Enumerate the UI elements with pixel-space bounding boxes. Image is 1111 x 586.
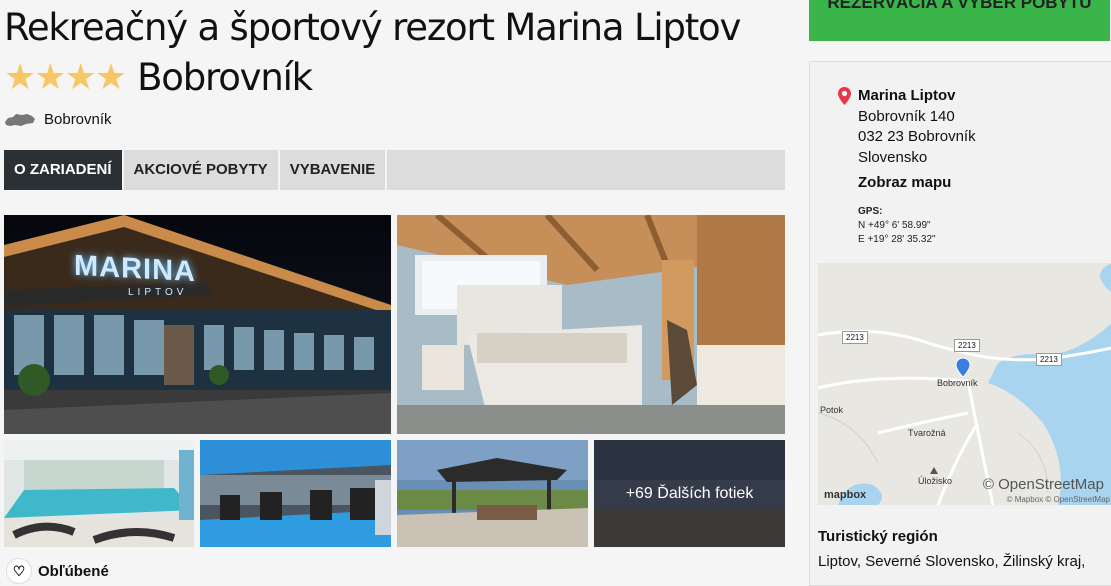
road-label-2213-a: 2213	[842, 331, 868, 344]
gps-label: GPS:	[858, 206, 883, 217]
osm-attribution[interactable]: © OpenStreetMap	[983, 476, 1104, 493]
mapbox-logo[interactable]: mapbox	[824, 489, 866, 501]
tab-o-zariadeni[interactable]: O ZARIADENÍ	[4, 150, 124, 190]
heart-icon: ♡	[6, 558, 32, 584]
address-block: Marina Liptov Bobrovník 140 032 23 Bobro…	[858, 86, 976, 168]
more-photos-tile[interactable]: +69 Ďalších fotiek	[594, 440, 785, 547]
address-country: Slovensko	[858, 148, 928, 166]
contact-card: Marina Liptov Bobrovník 140 032 23 Bobro…	[809, 61, 1111, 586]
photo-terrace[interactable]	[397, 440, 588, 547]
road-label-2213-c: 2213	[1036, 353, 1062, 366]
location-row: Bobrovník	[4, 111, 112, 128]
address-name: Marina Liptov	[858, 87, 956, 104]
photo-bedroom[interactable]	[397, 215, 785, 434]
page-title: Rekreačný a športový rezort Marina Lipto…	[4, 6, 741, 49]
photo-pool[interactable]	[4, 440, 194, 547]
star-rating: ★★★★	[4, 56, 127, 98]
road-label-2213-b: 2213	[954, 339, 980, 352]
location-pin-icon	[838, 87, 851, 105]
more-photos-label: +69 Ďalších fotiek	[625, 484, 754, 502]
tab-akciove-pobyty[interactable]: AKCIOVÉ POBYTY	[124, 150, 280, 190]
map-credits[interactable]: © Mapbox © OpenStreetMap	[1007, 495, 1110, 504]
tourist-region-title: Turistický región	[818, 528, 938, 545]
location-label: Bobrovník	[44, 111, 112, 128]
gps-north: N +49° 6' 58.99"	[858, 220, 931, 231]
photo-gym[interactable]	[200, 440, 391, 547]
map-place-tvarozna: Tvarožná	[908, 428, 946, 438]
map-place-ulozisko: Úložisko	[918, 476, 953, 486]
map-place-bobrovnik: Bobrovník	[937, 378, 978, 388]
tab-vybavenie[interactable]: VYBAVENIE	[280, 150, 388, 190]
address-street: Bobrovník 140	[858, 107, 955, 125]
gps-east: E +19° 28' 35.32"	[858, 234, 936, 245]
marina-sign: MARINA	[74, 249, 196, 289]
book-stay-button[interactable]: REZERVÁCIA A VÝBER POBYTU	[809, 0, 1110, 41]
photo-exterior[interactable]: MARINA LIPTOV	[4, 215, 391, 434]
marina-sign-sub: LIPTOV	[128, 287, 188, 298]
tab-bar: O ZARIADENÍ AKCIOVÉ POBYTY VYBAVENIE	[4, 150, 785, 190]
favorite-button[interactable]: ♡ Obľúbené	[6, 558, 109, 584]
title-location: Bobrovník	[137, 55, 313, 99]
tourist-region-text: Liptov, Severné Slovensko, Žilinský kraj…	[818, 553, 1086, 570]
title-line-2: ★★★★ Bobrovník	[4, 54, 313, 100]
slovakia-map-icon	[4, 113, 36, 127]
map-place-potok: Potok	[820, 405, 844, 415]
gps-block: GPS: N +49° 6' 58.99" E +19° 28' 35.32"	[858, 205, 936, 247]
show-map-link[interactable]: Zobraz mapu	[858, 174, 951, 191]
favorite-label: Obľúbené	[38, 562, 109, 580]
location-map[interactable]: 2213 2213 2213 Bobrovník Potok Tvarožná …	[818, 263, 1111, 505]
address-city: 032 23 Bobrovník	[858, 128, 976, 145]
